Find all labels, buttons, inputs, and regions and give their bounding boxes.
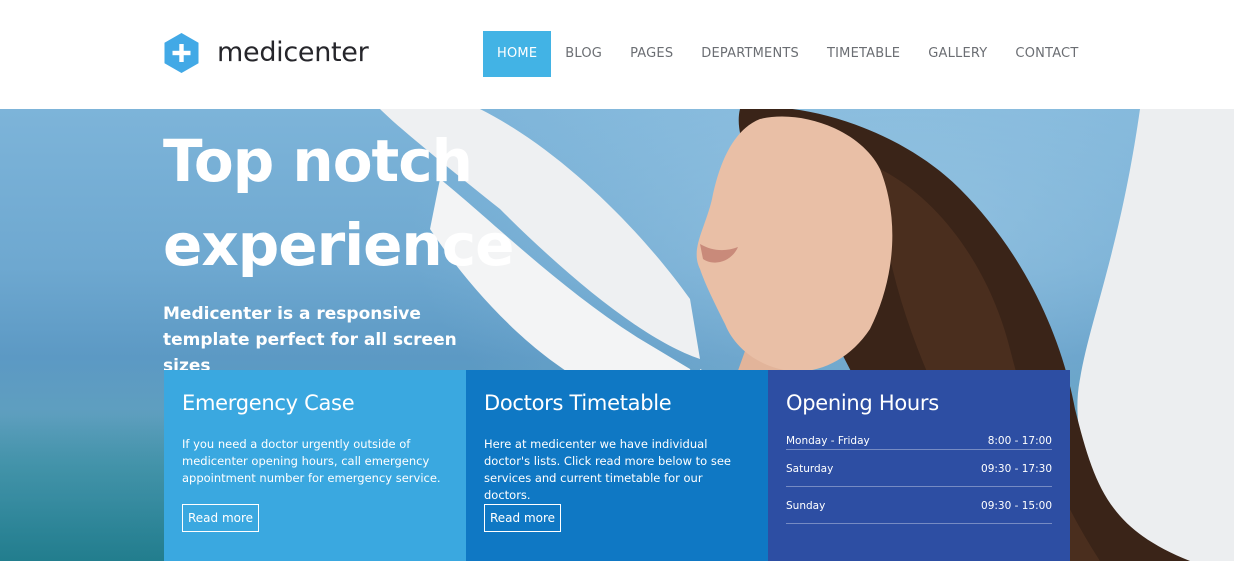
box-title: Opening Hours — [786, 391, 939, 415]
logo[interactable]: medicenter — [163, 32, 369, 74]
hero-banner: Top notch experience Medicenter is a res… — [0, 109, 1234, 561]
hours-day: Monday - Friday — [786, 435, 870, 447]
box-title: Emergency Case — [182, 391, 355, 415]
emergency-case-box: Emergency Case If you need a doctor urge… — [164, 370, 466, 561]
nav-item-home[interactable]: HOME — [483, 31, 552, 77]
nav-item-contact[interactable]: CONTACT — [1015, 31, 1078, 77]
nav-item-timetable[interactable]: TIMETABLE — [827, 31, 900, 77]
medical-cross-hexagon-icon — [164, 33, 199, 73]
box-text: If you need a doctor urgently outside of… — [182, 437, 441, 485]
box-title: Doctors Timetable — [484, 391, 672, 415]
hours-row: Saturday 09:30 - 17:30 — [786, 450, 1052, 487]
hours-time: 8:00 - 17:00 — [987, 435, 1052, 447]
hours-day: Saturday — [786, 463, 834, 475]
hours-row: Monday - Friday 8:00 - 17:00 — [786, 431, 1052, 450]
doctors-timetable-box: Doctors Timetable Here at medicenter we … — [466, 370, 768, 561]
nav-item-gallery[interactable]: GALLERY — [928, 31, 987, 77]
hours-time: 09:30 - 17:30 — [981, 463, 1052, 475]
nav-item-departments[interactable]: DEPARTMENTS — [701, 31, 799, 77]
hero-title: Top notch experience — [163, 127, 514, 279]
box-text: Here at medicenter we have individual do… — [484, 437, 731, 502]
opening-hours-list: Monday - Friday 8:00 - 17:00 Saturday 09… — [786, 431, 1052, 524]
opening-hours-box: Opening Hours Monday - Friday 8:00 - 17:… — [768, 370, 1070, 561]
hours-day: Sunday — [786, 500, 826, 512]
main-nav: HOME BLOG PAGES DEPARTMENTS TIMETABLE GA… — [483, 31, 1106, 77]
nav-item-pages[interactable]: PAGES — [630, 31, 673, 77]
logo-text: medicenter — [217, 37, 369, 68]
hero-subtitle: Medicenter is a responsive template perf… — [163, 304, 457, 376]
hours-row: Sunday 09:30 - 15:00 — [786, 487, 1052, 524]
read-more-button[interactable]: Read more — [484, 504, 562, 532]
nav-item-blog[interactable]: BLOG — [565, 31, 602, 77]
hours-time: 09:30 - 15:00 — [981, 500, 1052, 512]
read-more-button[interactable]: Read more — [182, 504, 260, 532]
site-header: medicenter HOME BLOG PAGES DEPARTMENTS T… — [0, 0, 1234, 109]
